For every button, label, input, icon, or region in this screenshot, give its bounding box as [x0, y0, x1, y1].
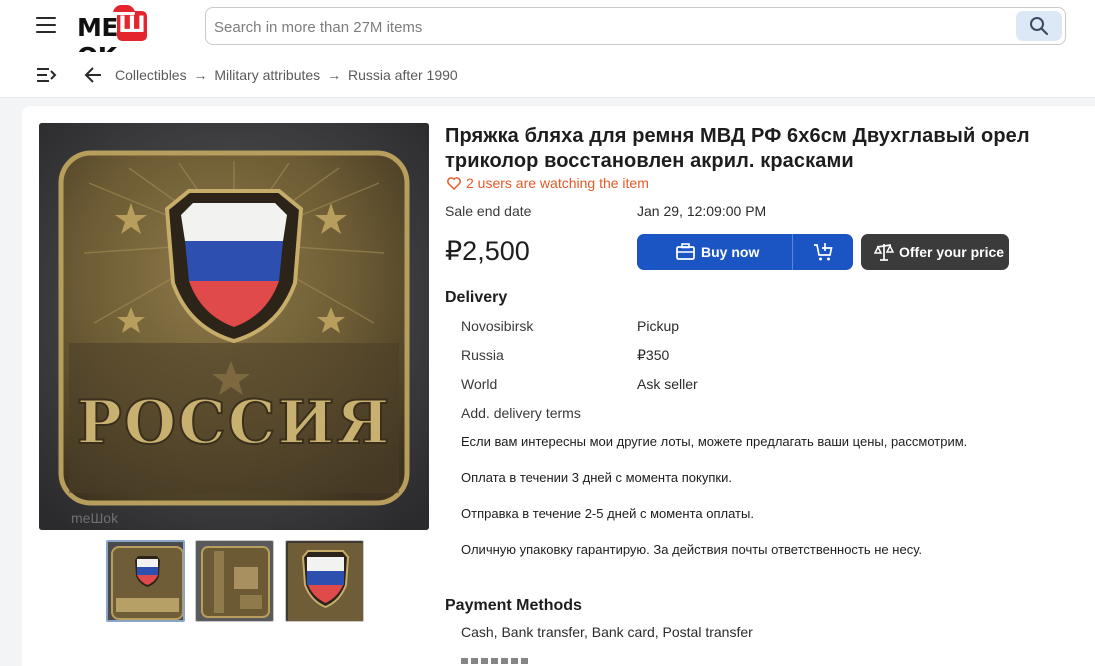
thumbnail-buckle-back-image: [196, 541, 273, 621]
terms-paragraph: Оплата в течении 3 дней с момента покупк…: [461, 470, 732, 485]
terms-paragraph: Отправка в течение 2-5 дней с момента оп…: [461, 506, 754, 521]
delivery-region-world: World: [461, 376, 498, 392]
sale-end-label: Sale end date: [445, 203, 532, 219]
photo-watermark: meШok: [71, 510, 119, 526]
breadcrumb-bar: Collectibles → Military attributes → Rus…: [0, 52, 1095, 98]
item-title: Пряжка бляха для ремня МВД РФ 6х6см Двух…: [445, 125, 1030, 172]
delivery-terms-text: Если вам интересны мои другие лоты, може…: [461, 431, 1021, 575]
belt-buckle-image: РОССИЯ meШok: [39, 123, 429, 530]
watchers-link[interactable]: 2 users are watching the item: [447, 175, 649, 191]
heart-icon: [447, 177, 461, 191]
thumbnail-buckle-front-image: [108, 542, 183, 620]
briefcase-icon: [676, 243, 695, 260]
next-section-heading-cut: [461, 656, 541, 664]
logo-text-left: ME: [77, 13, 118, 42]
sale-end-value: Jan 29, 12:09:00 PM: [637, 203, 767, 219]
delivery-value-novosibirsk: Pickup: [637, 318, 680, 334]
buy-now-button[interactable]: Buy now: [637, 234, 792, 270]
buy-button-group: Buy now: [637, 234, 853, 270]
breadcrumb-separator: →: [327, 67, 342, 83]
payment-methods: Cash, Bank transfer, Bank card, Postal t…: [461, 624, 753, 640]
delivery-heading: Delivery: [445, 289, 508, 306]
top-header: Ш MEOK: [0, 0, 1095, 71]
delivery-region-novosibirsk: Novosibirsk: [461, 318, 534, 334]
delivery-value-russia: ₽350: [637, 347, 670, 363]
breadcrumb: Collectibles → Military attributes → Rus…: [115, 67, 458, 83]
thumbnail-1[interactable]: [106, 540, 185, 622]
search-input[interactable]: [214, 14, 1004, 40]
search-bar: [205, 7, 1066, 45]
back-arrow-icon[interactable]: [84, 66, 102, 84]
breadcrumb-separator: →: [193, 67, 208, 83]
offer-price-button[interactable]: Offer your price: [861, 234, 1009, 270]
delivery-region-russia: Russia: [461, 347, 504, 363]
main-item-photo[interactable]: РОССИЯ meШok: [39, 123, 429, 530]
breadcrumb-russia-after-1990[interactable]: Russia after 1990: [348, 67, 458, 83]
delivery-value-world: Ask seller: [637, 376, 698, 392]
terms-paragraph: Если вам интересны мои другие лоты, може…: [461, 434, 968, 449]
item-price: ₽2,500: [445, 236, 530, 266]
thumbnail-buckle-closeup-image: [286, 541, 363, 621]
hamburger-menu-icon[interactable]: [36, 17, 56, 33]
delivery-terms-label: Add. delivery terms: [461, 405, 581, 421]
search-button[interactable]: [1016, 11, 1062, 41]
site-logo[interactable]: Ш MEOK: [77, 5, 187, 71]
offer-price-label: Offer your price: [899, 244, 1005, 260]
search-icon: [1030, 17, 1049, 36]
watchers-text: 2 users are watching the item: [466, 175, 649, 191]
breadcrumb-military-attributes[interactable]: Military attributes: [214, 67, 320, 83]
item-card: РОССИЯ meШok Пряжка бляха для ремня МВД …: [22, 106, 1095, 666]
photo-caption-text: РОССИЯ: [77, 388, 392, 458]
cart-plus-icon: [814, 243, 833, 261]
buy-now-label: Buy now: [701, 244, 760, 260]
payment-heading: Payment Methods: [445, 597, 582, 614]
thumbnail-3[interactable]: [285, 540, 364, 622]
menu-collapse-icon[interactable]: [37, 68, 57, 82]
breadcrumb-collectibles[interactable]: Collectibles: [115, 67, 187, 83]
scales-icon: [874, 244, 894, 261]
thumbnail-2[interactable]: [195, 540, 274, 622]
add-to-cart-button[interactable]: [793, 234, 853, 270]
terms-paragraph: Оличную упаковку гарантирую. За действия…: [461, 542, 922, 557]
